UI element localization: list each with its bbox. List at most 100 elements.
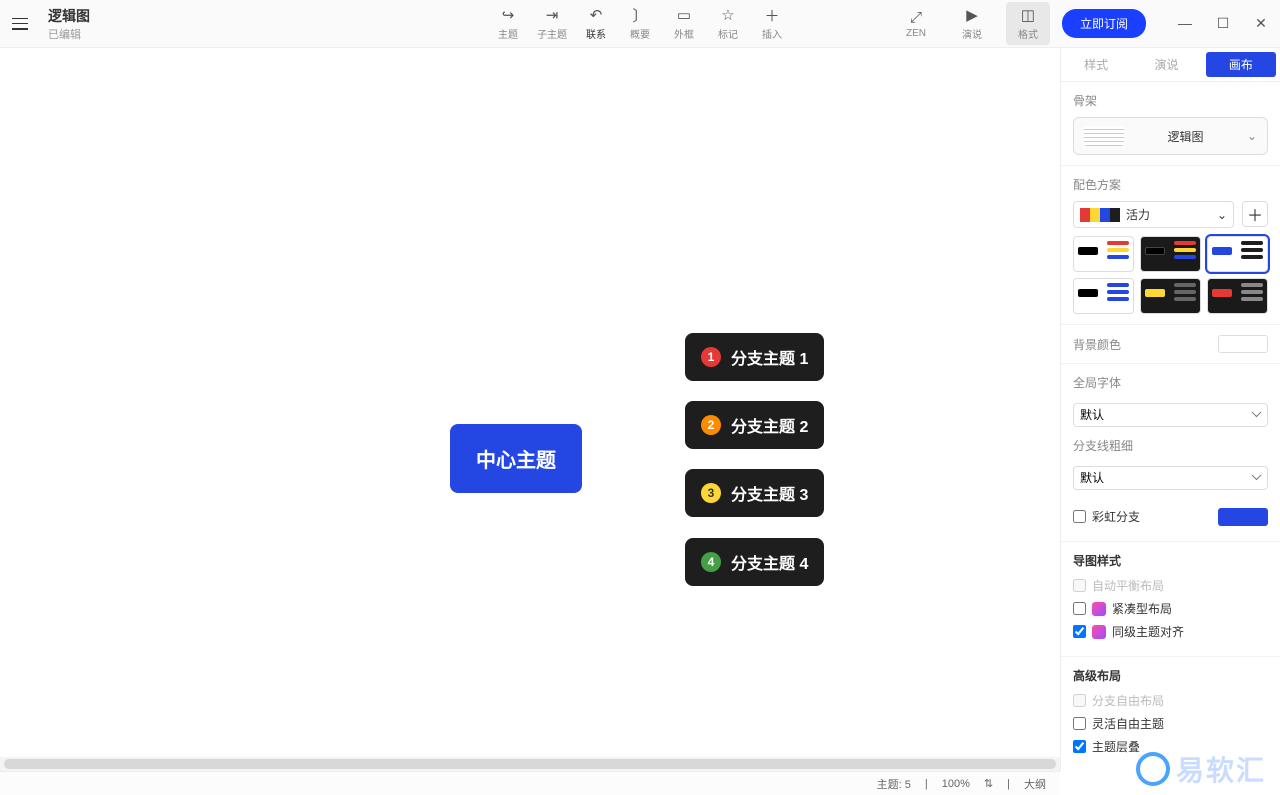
tool-relation[interactable]: ↶联系: [574, 2, 618, 45]
hamburger-icon: [12, 18, 28, 30]
tool-present[interactable]: ▶演说: [950, 2, 994, 45]
theme-tile-2[interactable]: [1140, 236, 1201, 272]
theme-tile-1[interactable]: [1073, 236, 1134, 272]
tab-style[interactable]: 样式: [1061, 48, 1131, 81]
compact-row[interactable]: 紧凑型布局: [1073, 600, 1268, 617]
present-icon: ▶: [963, 6, 981, 24]
add-scheme-button[interactable]: ＋: [1242, 201, 1268, 227]
branch-label: 分支主题 2: [731, 413, 808, 437]
zen-icon: ⤢: [907, 8, 925, 26]
branch-width-select[interactable]: 默认: [1073, 466, 1268, 490]
format-panel: 样式 演说 画布 骨架 逻辑图 ⌄ 配色方案 活力 ⌄: [1060, 48, 1280, 771]
chevron-down-icon: ⌄: [1247, 129, 1257, 143]
connectors: [0, 48, 300, 198]
zoom-level[interactable]: 100%: [942, 778, 970, 790]
tool-zen[interactable]: ⤢ZEN: [894, 4, 938, 43]
outline-button[interactable]: 大纲: [1024, 776, 1046, 792]
format-icon: ◫: [1019, 6, 1037, 24]
tool-insert[interactable]: ＋插入: [750, 2, 794, 45]
tool-boundary[interactable]: ▭外框: [662, 2, 706, 45]
theme-tile-5[interactable]: [1140, 278, 1201, 314]
branch-node-2[interactable]: 2 分支主题 2: [685, 401, 824, 449]
tool-format[interactable]: ◫格式: [1006, 2, 1050, 45]
branch-width-title: 分支线粗细: [1073, 437, 1268, 454]
theme-grid: [1073, 236, 1268, 314]
tab-canvas[interactable]: 画布: [1206, 52, 1276, 77]
auto-balance-row: 自动平衡布局: [1073, 577, 1268, 594]
status-sep: |: [925, 778, 928, 790]
structure-icon: [1084, 126, 1124, 146]
advanced-title: 高级布局: [1073, 667, 1268, 684]
window-controls: — ☐ ✕: [1178, 15, 1268, 32]
align-row[interactable]: 同级主题对齐: [1073, 623, 1268, 640]
marker-3-icon: 3: [701, 483, 721, 503]
statusbar: 主题: 5 | 100% ⇅ | 大纲: [0, 771, 1060, 795]
window-maximize-button[interactable]: ☐: [1216, 15, 1230, 32]
horizontal-scrollbar[interactable]: [0, 757, 1060, 771]
relation-icon: ↶: [587, 6, 605, 24]
status-sep: |: [1007, 778, 1010, 790]
compact-checkbox[interactable]: [1073, 602, 1086, 615]
zoom-stepper-icon[interactable]: ⇅: [984, 777, 993, 790]
section-advanced: 高级布局 分支自由布局 灵活自由主题 主题层叠: [1061, 657, 1280, 771]
rainbow-checkbox[interactable]: [1073, 510, 1086, 523]
bg-title: 背景颜色: [1073, 336, 1121, 353]
tool-topic[interactable]: ↪主题: [486, 2, 530, 45]
structure-value: 逻辑图: [1167, 128, 1203, 145]
boundary-icon: ▭: [675, 6, 693, 24]
subscribe-button[interactable]: 立即订阅: [1062, 9, 1146, 38]
center-topic-node[interactable]: 中心主题: [450, 424, 582, 493]
document-title: 逻辑图: [48, 6, 90, 26]
theme-tile-6[interactable]: [1207, 278, 1268, 314]
rainbow-color-button[interactable]: [1218, 508, 1268, 526]
branch-label: 分支主题 4: [731, 550, 808, 574]
section-map-style: 导图样式 自动平衡布局 紧凑型布局 同级主题对齐: [1061, 542, 1280, 657]
bg-color-chip[interactable]: [1218, 335, 1268, 353]
scrollbar-thumb[interactable]: [4, 759, 1056, 769]
toolbar-center: ↪主题 ⇥子主题 ↶联系 〕概要 ▭外框 ☆标记 ＋插入: [486, 2, 794, 45]
font-select[interactable]: 默认: [1073, 403, 1268, 427]
free-branch-checkbox: [1073, 694, 1086, 707]
flex-topic-checkbox[interactable]: [1073, 717, 1086, 730]
tab-present[interactable]: 演说: [1131, 48, 1201, 81]
chevron-down-icon: ⌄: [1217, 208, 1227, 222]
section-color-scheme: 配色方案 活力 ⌄ ＋: [1061, 166, 1280, 325]
free-branch-row: 分支自由布局: [1073, 692, 1268, 709]
marker-2-icon: 2: [701, 415, 721, 435]
pro-badge-icon: [1092, 602, 1106, 616]
marker-icon: ☆: [719, 6, 737, 24]
window-close-button[interactable]: ✕: [1254, 15, 1268, 32]
structure-select[interactable]: 逻辑图 ⌄: [1073, 117, 1268, 155]
theme-tile-4[interactable]: [1073, 278, 1134, 314]
tool-subtopic[interactable]: ⇥子主题: [530, 2, 574, 45]
branch-node-3[interactable]: 3 分支主题 3: [685, 469, 824, 517]
branch-node-1[interactable]: 1 分支主题 1: [685, 333, 824, 381]
main-menu-button[interactable]: [0, 0, 40, 48]
stack-checkbox[interactable]: [1073, 740, 1086, 753]
scheme-title: 配色方案: [1073, 176, 1268, 193]
flex-topic-row[interactable]: 灵活自由主题: [1073, 715, 1268, 732]
panel-tabs: 样式 演说 画布: [1061, 48, 1280, 82]
theme-tile-3[interactable]: [1207, 236, 1268, 272]
branch-label: 分支主题 3: [731, 481, 808, 505]
tool-marker[interactable]: ☆标记: [706, 2, 750, 45]
pro-badge-icon: [1092, 625, 1106, 639]
toolbar-right: ⤢ZEN ▶演说 ◫格式 立即订阅 — ☐ ✕: [894, 2, 1280, 45]
tool-summary[interactable]: 〕概要: [618, 2, 662, 45]
summary-icon: 〕: [631, 6, 649, 24]
branch-node-4[interactable]: 4 分支主题 4: [685, 538, 824, 586]
rainbow-row: 彩虹分支: [1073, 508, 1140, 525]
canvas[interactable]: 中心主题 1 分支主题 1 2 分支主题 2 3 分支主题 3 4 分支主题 4: [0, 48, 1060, 771]
align-checkbox[interactable]: [1073, 625, 1086, 638]
stack-row[interactable]: 主题层叠: [1073, 738, 1268, 755]
section-bg: 背景颜色: [1061, 325, 1280, 364]
scheme-swatches: [1080, 208, 1120, 222]
rainbow-label: 彩虹分支: [1092, 508, 1140, 525]
subtopic-icon: ⇥: [543, 6, 561, 24]
color-scheme-select[interactable]: 活力 ⌄: [1073, 201, 1234, 228]
scheme-value: 活力: [1126, 206, 1150, 223]
window-minimize-button[interactable]: —: [1178, 15, 1192, 32]
insert-icon: ＋: [763, 6, 781, 24]
section-font: 全局字体 默认 分支线粗细 默认 彩虹分支: [1061, 364, 1280, 542]
marker-4-icon: 4: [701, 552, 721, 572]
